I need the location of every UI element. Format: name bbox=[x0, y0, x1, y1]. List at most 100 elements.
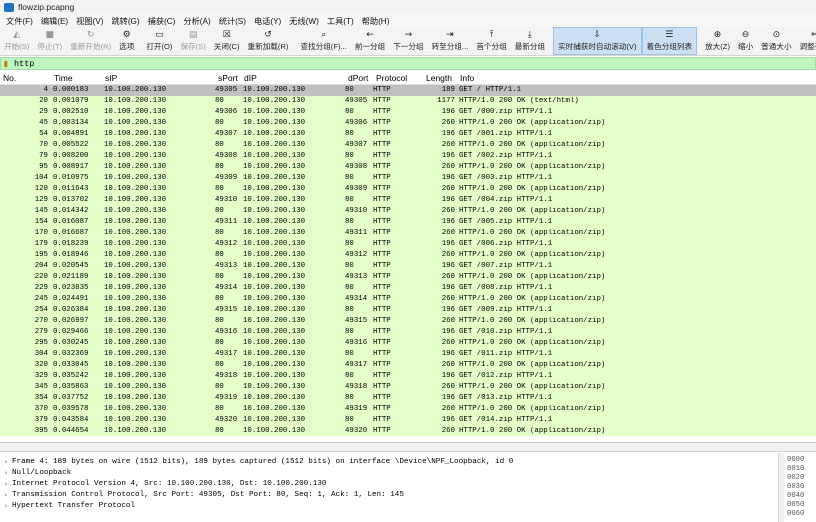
detail-tree-item[interactable]: › Null/Loopback bbox=[0, 467, 778, 478]
packet-row[interactable]: 154 0.016087 10.100.200.130 49311 10.100.200… bbox=[0, 216, 816, 228]
column-header[interactable]: dIP bbox=[241, 73, 345, 83]
packet-cell-sip: 10.100.200.130 bbox=[104, 371, 167, 380]
chevron-right-icon[interactable]: › bbox=[0, 458, 12, 466]
chevron-right-icon[interactable]: › bbox=[0, 469, 12, 477]
packet-row[interactable]: 145 0.014342 10.100.200.130 80 10.100.200.13… bbox=[0, 205, 816, 217]
toolbar-button[interactable]: ⇩ 实时捕获时自动滚动(V) bbox=[553, 27, 642, 55]
menu-item[interactable]: 视图(V) bbox=[72, 15, 107, 27]
pane-splitter[interactable] bbox=[0, 442, 816, 452]
toolbar-button-label: 重新加载(R) bbox=[247, 42, 289, 51]
packet-cell-dip: 10.100.200.130 bbox=[243, 207, 306, 216]
packet-row[interactable]: 395 0.044654 10.100.200.130 80 10.100.200.13… bbox=[0, 425, 816, 436]
bookmark-icon[interactable]: ▮ bbox=[1, 58, 11, 69]
detail-tree-item[interactable]: › Internet Protocol Version 4, Src: 10.10… bbox=[0, 478, 778, 489]
menu-item[interactable]: 统计(S) bbox=[215, 15, 250, 27]
chevron-right-icon[interactable]: › bbox=[0, 491, 12, 499]
packet-list[interactable]: No. Time sIP sPort dIP dPort Protocol Length Inf… bbox=[0, 72, 816, 440]
column-header[interactable]: sIP bbox=[102, 73, 215, 83]
packet-row[interactable]: 95 0.008917 10.100.200.130 80 10.100.200.130… bbox=[0, 161, 816, 173]
packet-row[interactable]: 270 0.026997 10.100.200.130 80 10.100.200.13… bbox=[0, 315, 816, 327]
chevron-right-icon[interactable]: › bbox=[0, 502, 12, 510]
toolbar-button[interactable]: ☰ 着色分组列表 bbox=[641, 27, 698, 55]
packet-details-pane[interactable]: › Frame 4: 189 bytes on wire (1512 bits),… bbox=[0, 453, 778, 522]
packet-cell-sip: 10.100.200.130 bbox=[104, 108, 167, 117]
column-header[interactable]: Time bbox=[51, 73, 102, 83]
packet-cell-dip: 10.100.200.130 bbox=[243, 97, 306, 106]
toolbar-button[interactable]: ← 前一分组 bbox=[351, 27, 389, 55]
column-header[interactable]: No. bbox=[0, 73, 51, 83]
toolbar-button[interactable]: ◭ 开始(S) bbox=[0, 27, 33, 55]
toolbar-button[interactable]: ⚙ 选项 bbox=[115, 27, 138, 55]
detail-tree-item[interactable]: › Hypertext Transfer Protocol bbox=[0, 500, 778, 511]
packet-row[interactable]: 229 0.023835 10.100.200.130 49314 10.100.200… bbox=[0, 282, 816, 294]
toolbar-button[interactable]: ⊖ 缩小 bbox=[734, 27, 757, 55]
toolbar-button[interactable]: ▤ 保存(S) bbox=[176, 27, 209, 55]
packet-cell-sip: 10.100.200.130 bbox=[104, 426, 167, 435]
packet-cell-len: 196 bbox=[441, 218, 455, 227]
packet-row[interactable]: 54 0.004891 10.100.200.130 49307 10.100.200.… bbox=[0, 128, 816, 140]
toolbar-button[interactable]: ▭ 打开(O) bbox=[142, 27, 176, 55]
menu-item[interactable]: 电话(Y) bbox=[250, 15, 285, 27]
toolbar-button[interactable]: ⌕ 查找分组(F)... bbox=[296, 27, 350, 55]
column-header[interactable]: Info bbox=[457, 73, 816, 83]
menu-item[interactable]: 帮助(H) bbox=[358, 15, 394, 27]
toolbar-button[interactable]: ↻ 重新开始(R) bbox=[66, 27, 115, 55]
packet-row[interactable]: 104 0.010975 10.100.200.130 49309 10.100.200… bbox=[0, 172, 816, 184]
toolbar-button[interactable]: ⇔调整列宽 bbox=[796, 27, 816, 55]
packet-row[interactable]: 29 0.002510 10.100.200.130 49306 10.100.200.… bbox=[0, 106, 816, 118]
packet-row[interactable]: 170 0.016687 10.100.200.130 80 10.100.200.13… bbox=[0, 227, 816, 239]
menu-item[interactable]: 捕获(C) bbox=[144, 15, 180, 27]
menu-item[interactable]: 文件(F) bbox=[2, 15, 37, 27]
detail-tree-item[interactable]: › Transmission Control Protocol, Src Port… bbox=[0, 489, 778, 500]
packet-row[interactable]: 279 0.029466 10.100.200.130 49316 10.100.200… bbox=[0, 326, 816, 338]
packet-cell-len: 260 bbox=[441, 338, 455, 347]
packet-row[interactable]: 220 0.021189 10.100.200.130 80 10.100.200.13… bbox=[0, 271, 816, 283]
packet-row[interactable]: 254 0.026384 10.100.200.130 49315 10.100.200… bbox=[0, 304, 816, 316]
display-filter-bar[interactable]: ▮ http bbox=[0, 57, 816, 70]
packet-row[interactable]: 304 0.032369 10.100.200.130 49317 10.100.200… bbox=[0, 348, 816, 360]
menu-item[interactable]: 分析(A) bbox=[179, 15, 214, 27]
packet-row[interactable]: 320 0.033045 10.100.200.130 80 10.100.200.13… bbox=[0, 359, 816, 371]
packet-row[interactable]: 4 0.000183 10.100.200.130 49305 10.100.200.1… bbox=[0, 85, 816, 96]
packet-row[interactable]: 370 0.039578 10.100.200.130 80 10.100.200.13… bbox=[0, 403, 816, 415]
packet-row[interactable]: 129 0.013702 10.100.200.130 49310 10.100.200… bbox=[0, 194, 816, 206]
packet-row[interactable]: 204 0.020545 10.100.200.130 49313 10.100.200… bbox=[0, 260, 816, 272]
packet-row[interactable]: 354 0.037752 10.100.200.130 49319 10.100.200… bbox=[0, 392, 816, 404]
detail-tree-item[interactable]: › Frame 4: 189 bytes on wire (1512 bits),… bbox=[0, 456, 778, 467]
packet-row[interactable]: 345 0.035863 10.100.200.130 80 10.100.200.13… bbox=[0, 381, 816, 393]
menu-item[interactable]: 无线(W) bbox=[285, 15, 323, 27]
toolbar-button[interactable]: ⇥ 转至分组... bbox=[428, 27, 473, 55]
column-header[interactable]: dPort bbox=[345, 73, 373, 83]
toolbar-button[interactable]: ↺ 重新加载(R) bbox=[244, 27, 293, 55]
toolbar-button[interactable]: ☒ 关闭(C) bbox=[210, 27, 244, 55]
menu-item[interactable]: 编辑(E) bbox=[37, 15, 72, 27]
toolbar-button[interactable]: ⊕ 放大(Z) bbox=[701, 27, 734, 55]
chevron-right-icon[interactable]: › bbox=[0, 480, 12, 488]
packet-row[interactable]: 379 0.043584 10.100.200.130 49320 10.100.200… bbox=[0, 414, 816, 426]
packet-row[interactable]: 245 0.024491 10.100.200.130 80 10.100.200.13… bbox=[0, 293, 816, 305]
menu-item[interactable]: 工具(T) bbox=[323, 15, 358, 27]
toolbar-button[interactable]: → 下一分组 bbox=[389, 27, 427, 55]
toolbar-button[interactable]: ⊙ 普通大小 bbox=[757, 27, 795, 55]
packet-row[interactable]: 70 0.005522 10.100.200.130 80 10.100.200.130… bbox=[0, 139, 816, 151]
packet-row[interactable]: 45 0.003134 10.100.200.130 80 10.100.200.130… bbox=[0, 117, 816, 129]
packet-row[interactable]: 120 0.011643 10.100.200.130 80 10.100.200.13… bbox=[0, 183, 816, 195]
packet-row[interactable]: 79 0.008200 10.100.200.130 49308 10.100.200.… bbox=[0, 150, 816, 162]
packet-bytes-pane[interactable]: 0000 0010 0020 0030 0040 0050 0060 bbox=[784, 453, 816, 522]
packet-row[interactable]: 195 0.018946 10.100.200.130 80 10.100.200.13… bbox=[0, 249, 816, 261]
toolbar-button[interactable]: ■ 停止(T) bbox=[33, 27, 66, 55]
column-header[interactable]: Length bbox=[423, 73, 457, 83]
packet-cell-sport: 80 bbox=[215, 185, 224, 194]
toolbar-button[interactable]: ⤒ 首个分组 bbox=[472, 27, 510, 55]
column-header[interactable]: sPort bbox=[215, 73, 241, 83]
packet-row[interactable]: 329 0.035242 10.100.200.130 49318 10.100.200… bbox=[0, 370, 816, 382]
column-header[interactable]: Protocol bbox=[373, 73, 423, 83]
toolbar-button[interactable]: ⤓ 最新分组 bbox=[511, 27, 549, 55]
display-filter-input[interactable]: http bbox=[11, 59, 34, 69]
packet-row[interactable]: 179 0.018239 10.100.200.130 49312 10.100.200… bbox=[0, 238, 816, 250]
packet-cell-sip: 10.100.200.130 bbox=[104, 119, 167, 128]
packet-row[interactable]: 20 0.001079 10.100.200.130 80 10.100.200.130… bbox=[0, 95, 816, 107]
packet-cell-info: HTTP/1.0 200 OK (application/zip) bbox=[459, 404, 606, 413]
menu-item[interactable]: 跳转(G) bbox=[107, 15, 143, 27]
packet-row[interactable]: 295 0.030245 10.100.200.130 80 10.100.200.13… bbox=[0, 337, 816, 349]
